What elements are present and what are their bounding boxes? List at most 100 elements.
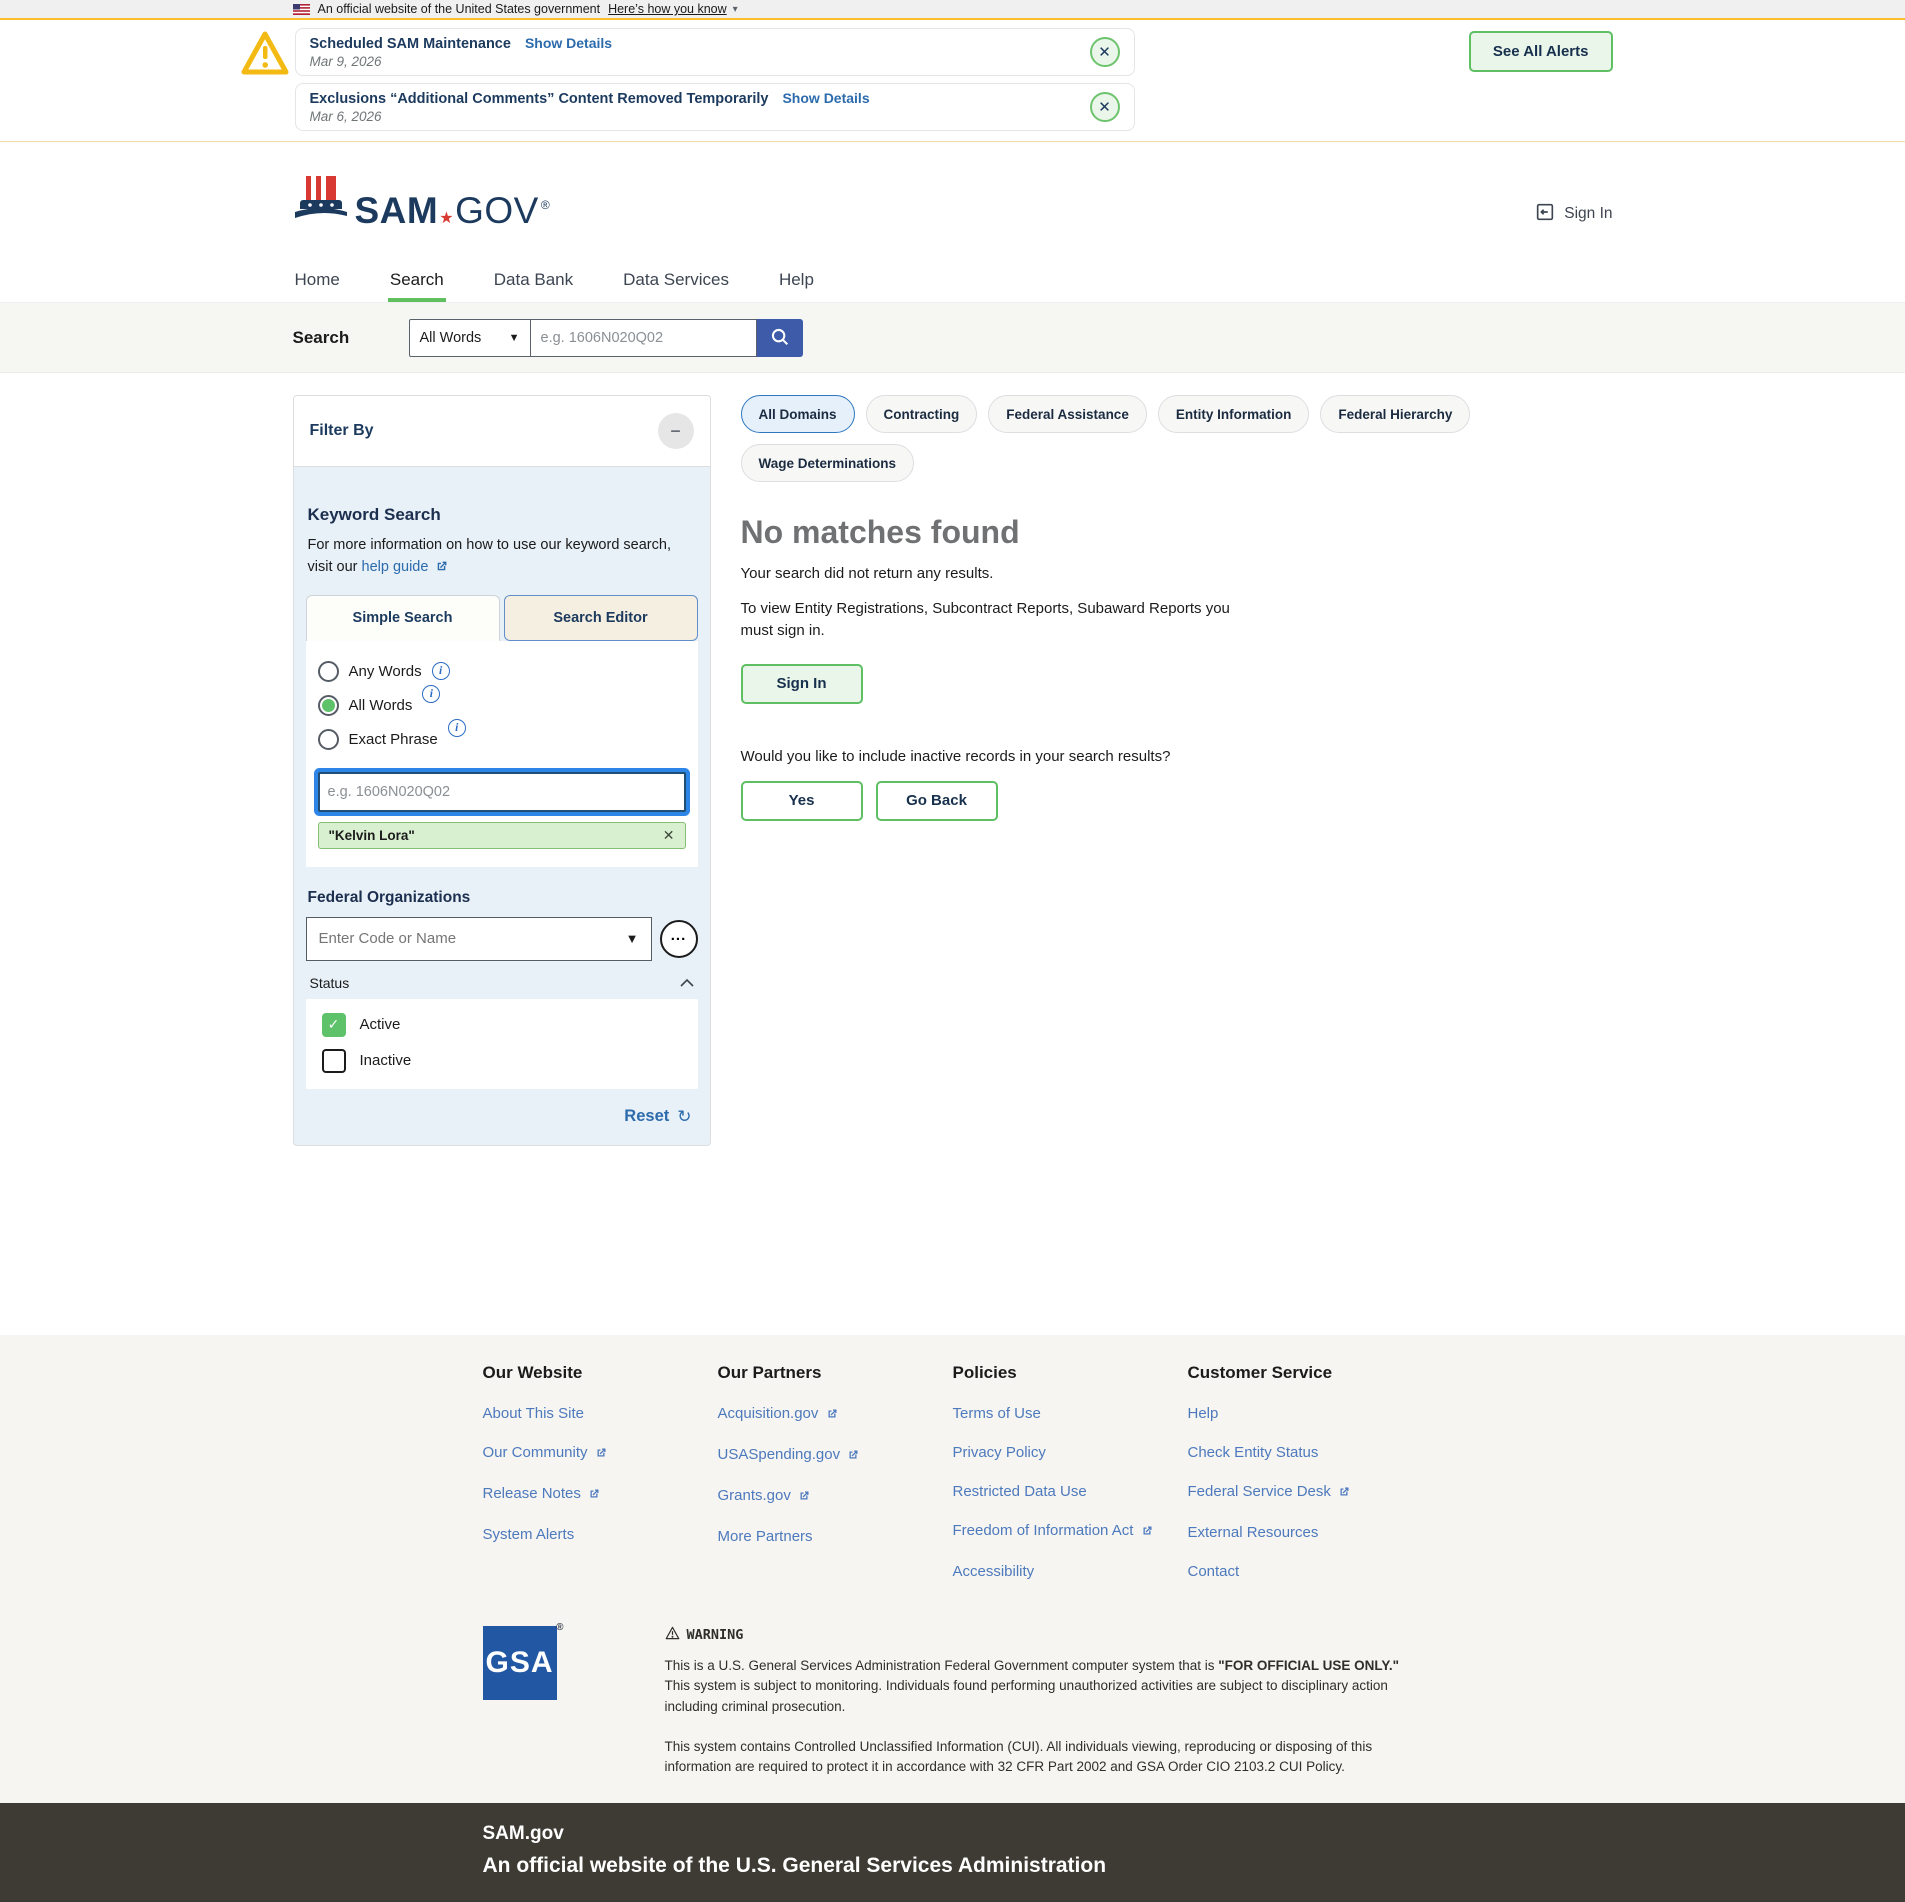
- domain-pill-federal-assistance[interactable]: Federal Assistance: [988, 395, 1147, 433]
- warning-triangle-icon: [241, 30, 289, 81]
- domain-pill-entity-information[interactable]: Entity Information: [1158, 395, 1310, 433]
- search-button[interactable]: [757, 319, 803, 357]
- gov-banner: An official website of the United States…: [0, 0, 1905, 20]
- sign-in-link[interactable]: Sign In: [1534, 201, 1612, 228]
- radio-button[interactable]: [318, 661, 339, 682]
- radio-all-words[interactable]: All Words i: [318, 695, 686, 716]
- footer-col-our-website: Our Website About This Site Our Communit…: [483, 1363, 718, 1580]
- footer-link-grants-gov[interactable]: Grants.gov: [718, 1487, 953, 1506]
- domain-pill-all-domains[interactable]: All Domains: [741, 395, 855, 433]
- alert-date: Mar 9, 2026: [310, 54, 1090, 69]
- footer-tagline: An official website of the U.S. General …: [483, 1854, 1423, 1878]
- go-back-button[interactable]: Go Back: [876, 781, 998, 821]
- domain-pill-wage-determinations[interactable]: Wage Determinations: [741, 444, 915, 482]
- external-link-icon: [588, 1487, 600, 1504]
- radio-any-words[interactable]: Any Words i: [318, 661, 686, 682]
- footer-link-privacy-policy[interactable]: Privacy Policy: [953, 1444, 1188, 1461]
- footer-link-acquisition-gov[interactable]: Acquisition.gov: [718, 1405, 953, 1424]
- external-link-icon: [847, 1448, 859, 1465]
- footer-site-name: SAM.gov: [483, 1823, 1423, 1845]
- nav-item-search[interactable]: Search: [388, 260, 446, 302]
- nav-item-home[interactable]: Home: [293, 260, 342, 302]
- radio-button-selected[interactable]: [318, 695, 339, 716]
- footer-link-restricted-data-use[interactable]: Restricted Data Use: [953, 1483, 1188, 1500]
- footer-link-release-notes[interactable]: Release Notes: [483, 1485, 718, 1504]
- footer-col-policies: Policies Terms of Use Privacy Policy Res…: [953, 1363, 1188, 1580]
- alert-show-details-link[interactable]: Show Details: [525, 35, 612, 51]
- footer-link-more-partners[interactable]: More Partners: [718, 1528, 953, 1545]
- search-mode-select[interactable]: All Words ▼: [409, 319, 531, 357]
- alert-card-maintenance: Scheduled SAM Maintenance Show Details M…: [295, 28, 1135, 76]
- collapse-filters-button[interactable]: −: [658, 413, 694, 449]
- federal-org-select[interactable]: Enter Code or Name ▼: [306, 917, 652, 961]
- footer-link-foia[interactable]: Freedom of Information Act: [953, 1522, 1188, 1541]
- keyword-search-heading: Keyword Search: [308, 505, 696, 525]
- no-matches-heading: No matches found: [741, 514, 1613, 551]
- close-icon: ✕: [1098, 100, 1111, 115]
- nav-item-data-bank[interactable]: Data Bank: [492, 260, 575, 302]
- gsa-logo: GSA ®: [483, 1626, 557, 1700]
- info-icon[interactable]: i: [422, 685, 440, 703]
- radio-button[interactable]: [318, 729, 339, 750]
- close-icon: ✕: [1098, 45, 1111, 60]
- alert-close-button[interactable]: ✕: [1090, 37, 1120, 67]
- keyword-input[interactable]: [318, 772, 686, 812]
- alert-title: Scheduled SAM Maintenance: [310, 36, 511, 52]
- tab-search-editor[interactable]: Search Editor: [504, 595, 698, 641]
- warning-block: WARNING This is a U.S. General Services …: [665, 1626, 1423, 1777]
- sign-in-required-text: To view Entity Registrations, Subcontrac…: [741, 598, 1261, 642]
- us-flag-icon: [293, 4, 310, 15]
- banner-how-you-know-link[interactable]: Here’s how you know: [608, 2, 727, 16]
- checkbox-checked[interactable]: ✓: [322, 1013, 346, 1037]
- top-search-input[interactable]: [531, 319, 757, 357]
- checkbox-active[interactable]: ✓ Active: [322, 1013, 682, 1037]
- footer-heading: Customer Service: [1188, 1363, 1423, 1383]
- page: An official website of the United States…: [0, 0, 1905, 1902]
- footer-link-our-community[interactable]: Our Community: [483, 1444, 718, 1463]
- sam-gov-logo[interactable]: SAM★GOV®: [293, 174, 551, 229]
- footer-link-federal-service-desk[interactable]: Federal Service Desk: [1188, 1483, 1423, 1502]
- nav-item-data-services[interactable]: Data Services: [621, 260, 731, 302]
- yes-button[interactable]: Yes: [741, 781, 863, 821]
- keyword-chip: "Kelvin Lora" ✕: [318, 822, 686, 849]
- external-link-icon: [435, 559, 448, 581]
- site-header: SAM★GOV® Sign In Home Search Data Bank D…: [0, 142, 1905, 303]
- footer-link-external-resources[interactable]: External Resources: [1188, 1524, 1423, 1541]
- uncle-sam-hat-icon: [293, 174, 349, 229]
- alert-close-button[interactable]: ✕: [1090, 92, 1120, 122]
- domain-pill-contracting[interactable]: Contracting: [866, 395, 978, 433]
- info-icon[interactable]: i: [432, 662, 450, 680]
- help-guide-link[interactable]: help guide: [362, 559, 429, 575]
- footer-link-about-this-site[interactable]: About This Site: [483, 1405, 718, 1422]
- logo-sam-text: SAM: [355, 192, 439, 229]
- caret-down-icon: ▼: [509, 332, 520, 344]
- footer-link-usaspending-gov[interactable]: USASpending.gov: [718, 1446, 953, 1465]
- reset-filters-link[interactable]: Reset: [624, 1107, 669, 1126]
- checkbox-inactive[interactable]: Inactive: [322, 1049, 682, 1073]
- alert-show-details-link[interactable]: Show Details: [782, 90, 869, 106]
- main-nav: Home Search Data Bank Data Services Help: [0, 260, 1905, 303]
- footer-link-terms-of-use[interactable]: Terms of Use: [953, 1405, 1188, 1422]
- footer-link-accessibility[interactable]: Accessibility: [953, 1563, 1188, 1580]
- footer-link-help[interactable]: Help: [1188, 1405, 1423, 1422]
- checkbox-unchecked[interactable]: [322, 1049, 346, 1073]
- status-section-header[interactable]: Status: [306, 975, 698, 991]
- filter-panel: Filter By − Keyword Search For more info…: [293, 395, 711, 1146]
- radio-exact-phrase[interactable]: Exact Phrase i: [318, 729, 686, 750]
- chip-remove-icon[interactable]: ✕: [663, 828, 675, 842]
- tab-simple-search[interactable]: Simple Search: [306, 595, 500, 641]
- nav-item-help[interactable]: Help: [777, 260, 816, 302]
- footer-link-system-alerts[interactable]: System Alerts: [483, 1526, 718, 1543]
- see-all-alerts-button[interactable]: See All Alerts: [1469, 31, 1613, 72]
- alert-card-exclusions: Exclusions “Additional Comments” Content…: [295, 83, 1135, 131]
- info-icon[interactable]: i: [448, 719, 466, 737]
- domain-pill-federal-hierarchy[interactable]: Federal Hierarchy: [1320, 395, 1470, 433]
- sign-in-button[interactable]: Sign In: [741, 664, 863, 704]
- warning-paragraph-1: This is a U.S. General Services Administ…: [665, 1656, 1423, 1717]
- check-icon: ✓: [328, 1016, 340, 1033]
- ellipsis-icon: ...: [671, 927, 687, 944]
- warning-paragraph-2: This system contains Controlled Unclassi…: [665, 1737, 1423, 1778]
- footer-link-check-entity-status[interactable]: Check Entity Status: [1188, 1444, 1423, 1461]
- federal-org-more-button[interactable]: ...: [660, 920, 698, 958]
- footer-link-contact[interactable]: Contact: [1188, 1563, 1423, 1580]
